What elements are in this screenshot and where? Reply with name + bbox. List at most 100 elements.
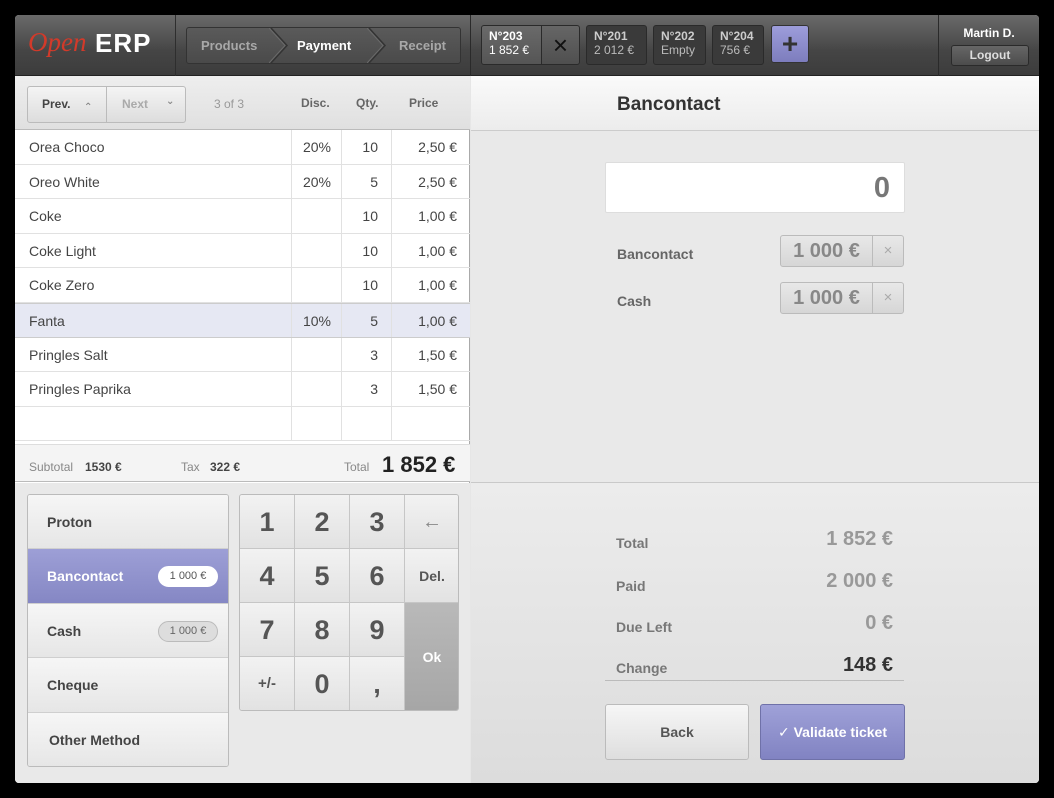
line-product: Coke bbox=[29, 208, 62, 225]
line-discount: 10% bbox=[291, 303, 341, 337]
line-price: 1,00 € bbox=[391, 233, 470, 268]
logo-open-text: Open bbox=[28, 27, 87, 57]
ticket-amount: 1 852 € bbox=[489, 43, 530, 57]
sign-key[interactable]: +/- bbox=[240, 657, 295, 710]
line-qty: 3 bbox=[341, 372, 391, 406]
remove-payment-button[interactable]: × bbox=[872, 235, 904, 267]
key-7[interactable]: 7 bbox=[240, 603, 295, 657]
remove-payment-button[interactable]: × bbox=[872, 282, 904, 314]
next-page-button[interactable]: Next ⌄ bbox=[108, 87, 186, 122]
line-price: 1,00 € bbox=[391, 268, 470, 302]
key-3[interactable]: 3 bbox=[350, 495, 405, 549]
payment-line-label: Bancontact bbox=[617, 246, 694, 262]
validate-ticket-button[interactable]: ✓ Validate ticket bbox=[760, 704, 905, 760]
amount-input[interactable]: 0 bbox=[605, 162, 905, 213]
line-product: Coke Zero bbox=[29, 277, 95, 294]
key-6[interactable]: 6 bbox=[350, 549, 405, 603]
prev-label: Prev. bbox=[42, 97, 71, 111]
column-header-qty: Qty. bbox=[356, 96, 379, 110]
order-line-selected[interactable]: Fanta 10% 5 1,00 € bbox=[15, 302, 470, 338]
method-cheque[interactable]: Cheque bbox=[28, 658, 228, 713]
key-1[interactable]: 1 bbox=[240, 495, 295, 549]
validate-label: Validate ticket bbox=[793, 724, 887, 740]
order-table-header: Prev. ⌃ Next ⌄ 3 of 3 Disc. Qty. Price bbox=[15, 76, 470, 130]
method-label: Other Method bbox=[49, 731, 140, 748]
line-qty: 10 bbox=[341, 199, 391, 233]
key-0[interactable]: 0 bbox=[295, 657, 350, 710]
order-line[interactable]: Coke 10 1,00 € bbox=[15, 199, 470, 234]
summary-due-value: 0 € bbox=[865, 612, 893, 634]
method-proton[interactable]: Proton bbox=[28, 495, 228, 550]
line-price: 1,00 € bbox=[391, 199, 470, 233]
method-bancontact[interactable]: Bancontact 1 000 € bbox=[28, 549, 228, 604]
key-8[interactable]: 8 bbox=[295, 603, 350, 657]
line-price: 2,50 € bbox=[391, 164, 470, 199]
backspace-key[interactable]: ← bbox=[405, 495, 458, 549]
prev-page-button[interactable]: Prev. ⌃ bbox=[28, 87, 107, 122]
method-label: Proton bbox=[47, 514, 93, 530]
order-line-empty bbox=[15, 406, 470, 442]
method-label: Bancontact bbox=[47, 568, 124, 585]
key-9[interactable]: 9 bbox=[350, 603, 405, 657]
key-2[interactable]: 2 bbox=[295, 495, 350, 549]
summary-paid-value: 2 000 € bbox=[826, 570, 893, 592]
payment-input-area: Proton Bancontact 1 000 € Cash 1 000 € C… bbox=[15, 483, 470, 783]
comma-key[interactable]: , bbox=[350, 657, 405, 710]
close-icon: × bbox=[883, 242, 893, 259]
ticket-number: N°202 bbox=[661, 29, 695, 43]
summary-paid-label: Paid bbox=[616, 578, 646, 594]
step-receipt[interactable]: Receipt bbox=[399, 28, 446, 63]
payment-methods-list: Proton Bancontact 1 000 € Cash 1 000 € C… bbox=[27, 494, 229, 767]
column-header-price: Price bbox=[409, 96, 439, 110]
ticket-tab-201[interactable]: N°201 2 012 € bbox=[586, 25, 647, 65]
order-line[interactable]: Orea Choco 20% 10 2,50 € bbox=[15, 130, 470, 165]
back-button[interactable]: Back bbox=[605, 704, 749, 760]
line-qty: 10 bbox=[341, 268, 391, 302]
method-other[interactable]: Other Method bbox=[28, 712, 228, 766]
order-line[interactable]: Pringles Paprika 3 1,50 € bbox=[15, 372, 470, 407]
pager: Prev. ⌃ Next ⌄ bbox=[27, 86, 186, 123]
payment-summary: Total 1 852 € Paid 2 000 € Due Left 0 € … bbox=[471, 483, 1039, 783]
pos-app: Open ERP Products Payment Receipt N°203 … bbox=[15, 15, 1039, 783]
method-cash[interactable]: Cash 1 000 € bbox=[28, 603, 228, 659]
order-line[interactable]: Oreo White 20% 5 2,50 € bbox=[15, 164, 470, 200]
step-products[interactable]: Products bbox=[201, 28, 257, 63]
step-payment[interactable]: Payment bbox=[297, 28, 351, 63]
method-label: Cheque bbox=[47, 677, 99, 694]
payment-line-amount[interactable]: 1 000 € bbox=[780, 282, 873, 314]
delete-key[interactable]: Del. bbox=[405, 549, 458, 603]
ticket-amount: 2 012 € bbox=[594, 43, 635, 57]
ticket-tab-203[interactable]: N°203 1 852 € bbox=[481, 25, 542, 65]
payment-method-title: Bancontact bbox=[617, 94, 721, 115]
tax-label: Tax bbox=[181, 460, 200, 474]
close-icon: × bbox=[552, 30, 569, 60]
ticket-tab-202[interactable]: N°202 Empty bbox=[653, 25, 706, 65]
key-4[interactable]: 4 bbox=[240, 549, 295, 603]
line-discount bbox=[291, 199, 341, 233]
step-separator-icon bbox=[269, 28, 289, 63]
subtotal-label: Subtotal bbox=[29, 460, 74, 474]
openerp-logo: Open ERP bbox=[15, 15, 176, 76]
ticket-tab-204[interactable]: N°204 756 € bbox=[712, 25, 764, 65]
close-ticket-button[interactable]: × bbox=[541, 25, 580, 65]
summary-due-label: Due Left bbox=[616, 619, 672, 635]
key-5[interactable]: 5 bbox=[295, 549, 350, 603]
order-line[interactable]: Pringles Salt 3 1,50 € bbox=[15, 337, 470, 373]
line-qty: 5 bbox=[341, 303, 391, 337]
line-qty: 10 bbox=[341, 130, 391, 164]
step-breadcrumb: Products Payment Receipt bbox=[186, 27, 461, 64]
summary-change-value: 148 € bbox=[842, 654, 893, 676]
line-discount bbox=[291, 406, 341, 441]
payment-panel: Bancontact 0 Bancontact 1 000 € × Cash 1… bbox=[471, 76, 1039, 783]
order-line[interactable]: Coke Zero 10 1,00 € bbox=[15, 268, 470, 303]
ok-key[interactable]: Ok bbox=[405, 603, 458, 710]
logout-button[interactable]: Logout bbox=[951, 45, 1029, 66]
payment-line-amount[interactable]: 1 000 € bbox=[780, 235, 873, 267]
tax-value: 322 € bbox=[210, 460, 241, 474]
ticket-number: N°203 bbox=[489, 29, 523, 43]
order-lines: Orea Choco 20% 10 2,50 € Oreo White 20% … bbox=[15, 130, 470, 442]
order-line[interactable]: Coke Light 10 1,00 € bbox=[15, 233, 470, 269]
line-discount bbox=[291, 337, 341, 372]
new-ticket-button[interactable]: + bbox=[771, 25, 809, 63]
line-product: Oreo White bbox=[29, 173, 100, 190]
